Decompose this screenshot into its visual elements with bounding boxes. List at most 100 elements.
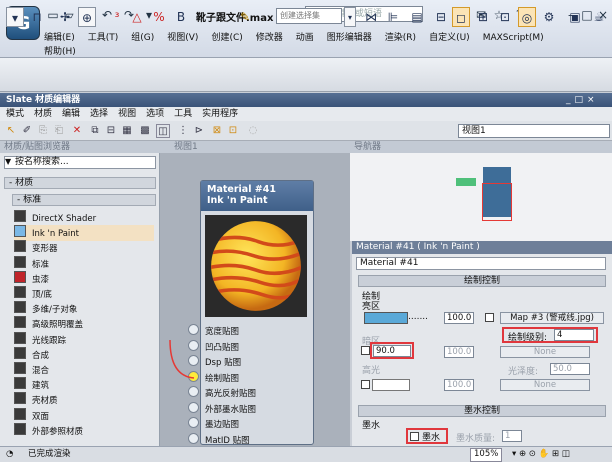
status-nav-icons[interactable]: ▾ ⊕ ⊙ ✋ ⊞ ◫ (512, 447, 570, 462)
highlight-percent-spinner[interactable]: 100.0 (444, 379, 474, 391)
browser-search-input[interactable]: 按名称搜索... (4, 156, 156, 169)
link-icon[interactable]: ⊓ (28, 7, 46, 27)
shaded-percent-spinner[interactable]: 100.0 (444, 346, 474, 358)
material-name-field[interactable]: Material #41 (356, 257, 606, 270)
menu-graph-editors[interactable]: 图形编辑器 (327, 33, 372, 43)
layout-children-icon[interactable]: ⋮ (176, 124, 190, 138)
snap-3d-icon[interactable]: ³ (108, 7, 126, 27)
material-list-item[interactable]: 合成 (14, 346, 154, 363)
material-list-item[interactable]: 标准 (14, 255, 154, 272)
navigator-panel[interactable] (350, 153, 612, 241)
slate-menu-options[interactable]: 选项 (146, 109, 164, 119)
node-slot[interactable]: 宽度贴图 (188, 324, 308, 340)
zoom-dropdown[interactable]: 105% (470, 448, 503, 462)
menu-tools[interactable]: 工具(T) (88, 33, 119, 43)
slot-socket-icon[interactable] (188, 417, 199, 428)
rollup-paint-controls[interactable]: 绘制控制 (358, 275, 606, 287)
align-icon[interactable]: ⊫ (384, 7, 402, 27)
curve-editor-icon[interactable]: ◻ (452, 7, 470, 27)
show-end-result-icon[interactable]: ◌ (246, 124, 260, 138)
toolbar-dropdown-icon[interactable]: ▾ (6, 7, 24, 27)
delete-selected-icon[interactable]: ✕ (70, 124, 84, 138)
slate-menu-material[interactable]: 材质 (34, 109, 52, 119)
lit-amount-spinner[interactable]: 100.0 (444, 312, 474, 324)
schematic-graph-icon[interactable]: ⊡ (496, 7, 514, 27)
material-list-item[interactable]: 外部参照材质 (14, 422, 154, 439)
node-slot[interactable]: 外部墨水贴图 (188, 401, 308, 418)
named-selection-set-input[interactable]: 创建选择集 (276, 8, 342, 24)
render-setup-icon[interactable]: ⚙ (540, 7, 558, 27)
material-list-item[interactable]: 变形器 (14, 240, 154, 256)
slate-window-controls[interactable]: _□× (566, 95, 608, 105)
move-icon[interactable]: ✢ (56, 7, 74, 27)
parameter-editor-icon[interactable]: ⊠ (210, 124, 224, 138)
view-tab[interactable]: 视图1 (160, 141, 350, 153)
material-list-item[interactable]: 虫漆 (14, 270, 154, 287)
glossiness-spinner[interactable]: 50.0 (550, 363, 590, 375)
slate-minimize-icon[interactable]: _ (566, 95, 575, 105)
material-editor-icon[interactable]: ◎ (518, 7, 536, 27)
menu-rendering[interactable]: 渲染(R) (385, 33, 416, 43)
percent-snap-icon[interactable]: % (150, 7, 168, 27)
move-children-icon[interactable]: ⧉ (88, 124, 102, 138)
menu-views[interactable]: 视图(V) (167, 33, 198, 43)
menu-customize[interactable]: 自定义(U) (429, 33, 470, 43)
slate-maximize-icon[interactable]: □ (575, 95, 588, 105)
search-options-icon[interactable]: ▼ (5, 157, 11, 166)
ribbon-icon[interactable]: ⊟ (432, 7, 450, 27)
material-list-item[interactable]: 光线跟踪 (14, 331, 154, 348)
render-teapot-icon[interactable]: ☕ (590, 7, 608, 27)
material-list-item[interactable]: 高级照明覆盖 (14, 316, 154, 332)
rotate-icon[interactable]: ⊕ (78, 7, 96, 27)
lit-map-checkbox[interactable] (485, 313, 494, 322)
ink-quality-spinner[interactable]: 1 (502, 430, 522, 442)
slot-socket-icon[interactable] (188, 324, 199, 335)
layer-manager-icon[interactable]: ▤ (408, 7, 426, 27)
put-to-scene-icon[interactable]: ⎘ (36, 124, 50, 138)
material-list-item[interactable]: 双面 (14, 407, 154, 424)
paint-levels-spinner[interactable]: 4 (554, 329, 594, 341)
slate-menu-utilities[interactable]: 实用程序 (202, 109, 238, 119)
material-list-item[interactable]: 顶/底 (14, 286, 154, 302)
schematic-view-icon[interactable]: ⊞ (474, 7, 492, 27)
highlight-checkbox[interactable] (361, 380, 370, 389)
slate-menu-select[interactable]: 选择 (90, 109, 108, 119)
material-map-navigator-icon[interactable]: ⊳ (192, 124, 206, 138)
edit-named-selection-icon[interactable]: ✎ (236, 7, 254, 27)
material-list-item[interactable]: 多维/子对象 (14, 301, 154, 317)
rendered-frame-icon[interactable]: ▣ (566, 7, 584, 27)
menu-create[interactable]: 创建(C) (211, 33, 242, 43)
shaded-map-button[interactable]: None (500, 346, 590, 358)
material-list-item[interactable]: 壳材质 (14, 392, 154, 408)
material-list-item[interactable]: 混合 (14, 362, 154, 378)
material-node-header[interactable]: Material #41 Ink 'n Paint (201, 181, 313, 211)
selection-set-dropdown-icon[interactable]: ▾ (344, 7, 356, 27)
pick-material-icon[interactable]: ✐ (20, 124, 34, 138)
spinner-snap-icon[interactable]: B (172, 7, 190, 27)
menu-help[interactable]: 帮助(H) (44, 44, 76, 57)
slate-menu-edit[interactable]: 编辑 (62, 109, 80, 119)
highlight-color-swatch[interactable] (372, 379, 410, 391)
view-select-dropdown[interactable]: 视图1 (458, 124, 610, 138)
assign-material-icon[interactable]: ⎗ (52, 124, 66, 138)
rollup-ink-controls[interactable]: 墨水控制 (358, 405, 606, 417)
show-background-icon[interactable]: ▩ (138, 124, 152, 138)
menu-maxscript[interactable]: MAXScript(M) (483, 33, 544, 43)
angle-snap-icon[interactable]: △ (128, 7, 146, 27)
slate-menu-tools[interactable]: 工具 (174, 109, 192, 119)
slot-socket-icon[interactable] (188, 401, 199, 413)
slate-close-icon[interactable]: × (587, 95, 599, 105)
layout-all-icon[interactable]: ◫ (156, 124, 170, 138)
mirror-icon[interactable]: ⋈ (362, 7, 380, 27)
material-list-item[interactable]: 建筑 (14, 377, 154, 393)
material-list-item[interactable]: DirectX Shader (14, 210, 154, 226)
menu-animation[interactable]: 动画 (296, 33, 314, 43)
slate-menu-modes[interactable]: 模式 (6, 109, 24, 119)
highlight-map-button[interactable]: None (500, 379, 590, 391)
group-materials[interactable]: - 材质 (4, 177, 156, 189)
menu-group[interactable]: 组(G) (131, 33, 154, 43)
select-by-material-icon[interactable]: ⊡ (226, 124, 240, 138)
select-tool-icon[interactable]: ↖ (4, 124, 18, 138)
show-map-in-viewport-icon[interactable]: ▦ (120, 124, 134, 138)
navigator-viewport-frame[interactable] (482, 183, 512, 221)
